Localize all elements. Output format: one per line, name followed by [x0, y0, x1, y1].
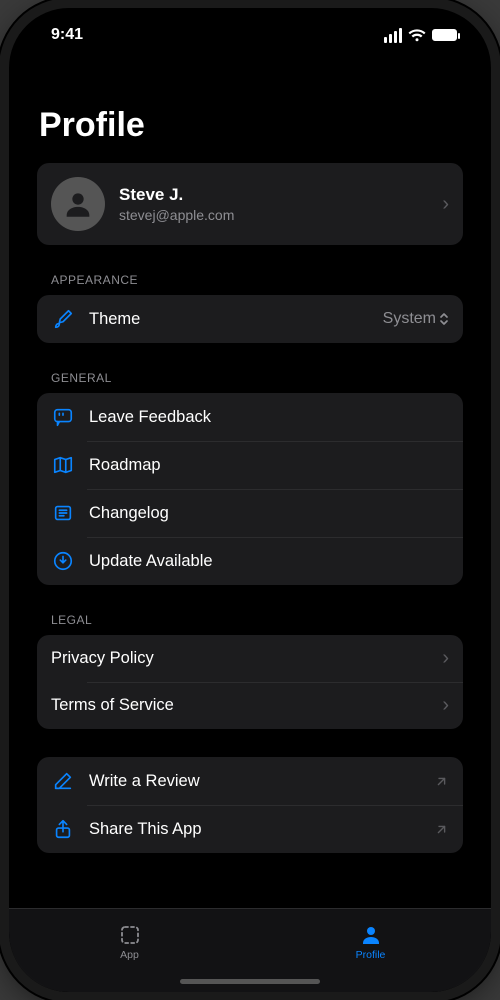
phone-frame: 9:41 Profile Steve J. stevej@apple.com ›: [9, 8, 491, 992]
privacy-row[interactable]: Privacy Policy ›: [37, 635, 463, 682]
share-label: Share This App: [89, 820, 202, 839]
review-row[interactable]: Write a Review: [37, 757, 463, 805]
tab-profile[interactable]: Profile: [250, 909, 491, 974]
cellular-icon: [384, 28, 402, 43]
status-bar: 9:41: [9, 8, 491, 62]
feedback-row[interactable]: Leave Feedback: [37, 393, 463, 441]
profile-email: stevej@apple.com: [119, 207, 234, 223]
chevron-right-icon: ›: [442, 193, 449, 216]
download-icon: [51, 549, 75, 573]
status-time: 9:41: [51, 26, 83, 44]
external-link-icon: [434, 774, 449, 789]
external-link-icon: [434, 822, 449, 837]
profile-text: Steve J. stevej@apple.com: [119, 185, 234, 223]
chevron-updown-icon: [439, 312, 449, 326]
update-row[interactable]: Update Available: [37, 537, 463, 585]
changelog-row[interactable]: Changelog: [37, 489, 463, 537]
page-title: Profile: [39, 106, 463, 145]
wifi-icon: [408, 29, 426, 42]
roadmap-row[interactable]: Roadmap: [37, 441, 463, 489]
tab-profile-label: Profile: [356, 949, 386, 961]
roadmap-label: Roadmap: [89, 456, 161, 475]
battery-icon: [432, 29, 457, 41]
person-icon: [359, 923, 383, 947]
profile-card[interactable]: Steve J. stevej@apple.com ›: [37, 163, 463, 245]
section-header-general: GENERAL: [51, 371, 463, 385]
review-label: Write a Review: [89, 772, 200, 791]
legal-group: Privacy Policy › Terms of Service ›: [37, 635, 463, 729]
avatar: [51, 177, 105, 231]
general-group: Leave Feedback Roadmap Changelog Update …: [37, 393, 463, 585]
feedback-label: Leave Feedback: [89, 408, 211, 427]
profile-name: Steve J.: [119, 185, 234, 205]
changelog-label: Changelog: [89, 504, 169, 523]
feedback-icon: [51, 405, 75, 429]
tab-app-label: App: [120, 949, 139, 961]
home-indicator[interactable]: [180, 979, 320, 984]
tab-app[interactable]: App: [9, 909, 250, 974]
share-row[interactable]: Share This App: [37, 805, 463, 853]
paintbrush-icon: [51, 307, 75, 331]
changelog-icon: [51, 501, 75, 525]
share-icon: [51, 817, 75, 841]
status-indicators: [384, 28, 457, 43]
chevron-right-icon: ›: [442, 647, 449, 670]
terms-row[interactable]: Terms of Service ›: [37, 682, 463, 729]
section-header-legal: LEGAL: [51, 613, 463, 627]
pencil-icon: [51, 769, 75, 793]
privacy-label: Privacy Policy: [51, 649, 154, 668]
content-scroll[interactable]: Profile Steve J. stevej@apple.com › APPE…: [9, 62, 491, 908]
extra-group: Write a Review Share This App: [37, 757, 463, 853]
app-icon: [118, 923, 142, 947]
theme-value: System: [383, 310, 449, 328]
theme-row[interactable]: Theme System: [37, 295, 463, 343]
terms-label: Terms of Service: [51, 696, 174, 715]
chevron-right-icon: ›: [442, 694, 449, 717]
update-label: Update Available: [89, 552, 213, 571]
theme-label: Theme: [89, 310, 140, 329]
section-header-appearance: APPEARANCE: [51, 273, 463, 287]
appearance-group: Theme System: [37, 295, 463, 343]
map-icon: [51, 453, 75, 477]
